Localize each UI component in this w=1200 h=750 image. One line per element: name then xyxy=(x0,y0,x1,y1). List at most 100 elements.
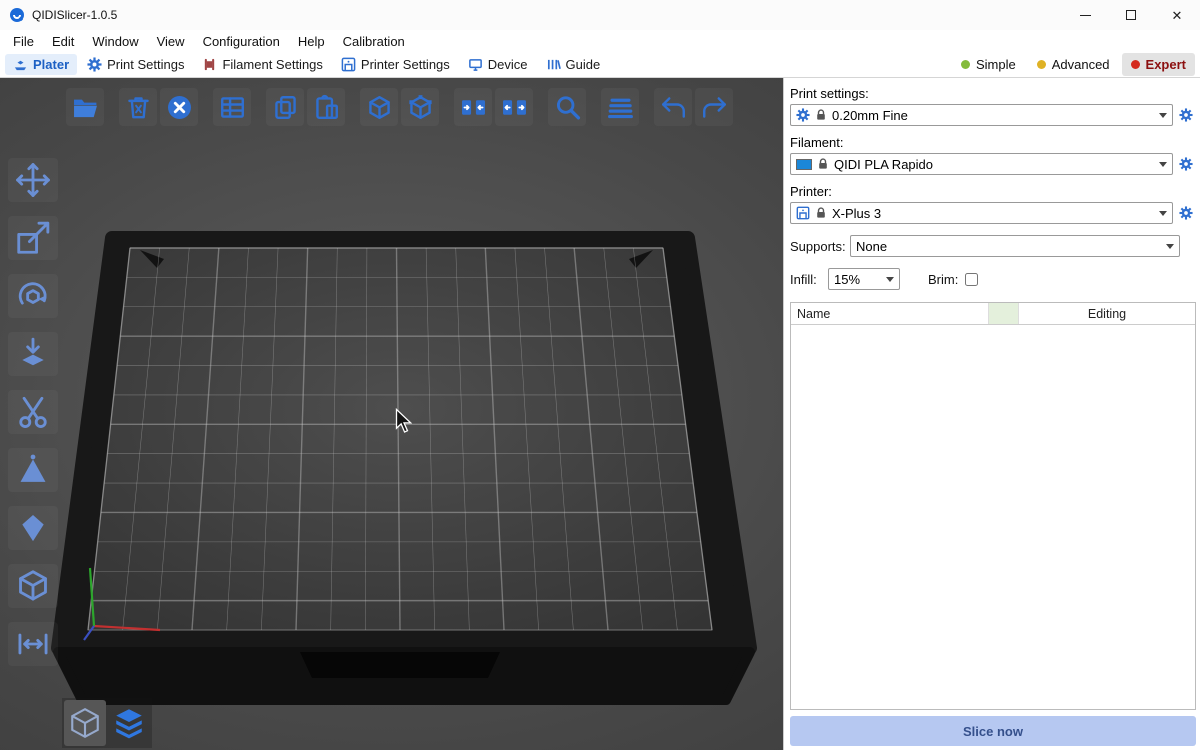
menu-file[interactable]: File xyxy=(4,32,43,51)
seam-button[interactable] xyxy=(8,506,58,550)
filament-settings-icon xyxy=(202,57,217,72)
add-instance-button[interactable] xyxy=(360,88,398,126)
split-objects-icon xyxy=(500,93,529,122)
move-button[interactable] xyxy=(8,158,58,202)
mode-expert[interactable]: Expert xyxy=(1122,53,1195,76)
move-icon xyxy=(14,161,52,199)
redo-button[interactable] xyxy=(695,88,733,126)
maximize-button[interactable] xyxy=(1108,0,1154,30)
open-button[interactable] xyxy=(66,88,104,126)
printer-gear-button[interactable] xyxy=(1176,202,1196,224)
print-settings-combo[interactable]: 0.20mm Fine xyxy=(790,104,1173,126)
app-icon xyxy=(9,7,25,23)
object-list-body[interactable] xyxy=(791,325,1195,709)
mode-simple[interactable]: Simple xyxy=(952,53,1025,76)
view-mode-switch xyxy=(62,698,152,748)
menu-calibration[interactable]: Calibration xyxy=(334,32,414,51)
tab-plater[interactable]: Plater xyxy=(5,54,77,75)
mouse-cursor xyxy=(394,408,412,434)
print-settings-gear-button[interactable] xyxy=(1176,104,1196,126)
brim-label: Brim: xyxy=(928,272,958,287)
lock-icon xyxy=(817,158,829,170)
minimize-button[interactable] xyxy=(1062,0,1108,30)
menu-window[interactable]: Window xyxy=(83,32,147,51)
tab-guide[interactable]: Guide xyxy=(538,54,609,75)
object-list-header: Name Editing xyxy=(791,303,1195,325)
seam-icon xyxy=(14,509,52,547)
menu-edit[interactable]: Edit xyxy=(43,32,83,51)
search-button[interactable] xyxy=(548,88,586,126)
paint-support-button[interactable] xyxy=(8,448,58,492)
filament-gear-button[interactable] xyxy=(1176,153,1196,175)
variable-layer-height-icon xyxy=(606,93,635,122)
split-to-parts-button[interactable] xyxy=(401,88,439,126)
3d-viewport[interactable] xyxy=(0,78,783,750)
supports-combo[interactable]: None xyxy=(850,235,1180,257)
window-controls: ✕ xyxy=(1062,0,1200,30)
chevron-down-icon xyxy=(1159,113,1167,118)
window-title: QIDISlicer-1.0.5 xyxy=(32,8,117,22)
filament-combo[interactable]: QIDI PLA Rapido xyxy=(790,153,1173,175)
infill-combo[interactable]: 15% xyxy=(828,268,900,290)
menu-configuration[interactable]: Configuration xyxy=(194,32,289,51)
paste-icon xyxy=(312,93,341,122)
close-button[interactable]: ✕ xyxy=(1154,0,1200,30)
measure-button[interactable] xyxy=(8,564,58,608)
spacing-icon xyxy=(14,625,52,663)
3d-editor-view-button[interactable] xyxy=(64,700,106,746)
split-objects-button[interactable] xyxy=(495,88,533,126)
tab-device[interactable]: Device xyxy=(460,54,536,75)
object-list: Name Editing xyxy=(790,302,1196,710)
measure-icon xyxy=(14,567,52,605)
delete-all-button[interactable] xyxy=(160,88,198,126)
plater-toolbar xyxy=(66,88,736,126)
menu-help[interactable]: Help xyxy=(289,32,334,51)
spacing-button[interactable] xyxy=(8,622,58,666)
maximize-icon xyxy=(1126,10,1136,20)
menu-bar: File Edit Window View Configuration Help… xyxy=(0,30,1200,52)
fill-bed-button[interactable] xyxy=(454,88,492,126)
expert-mode-dot-icon xyxy=(1131,60,1140,69)
copy-icon xyxy=(271,93,300,122)
preview-layers-view-button[interactable] xyxy=(108,700,150,746)
tab-filament-settings[interactable]: Filament Settings xyxy=(194,54,330,75)
gear-icon xyxy=(1179,108,1193,122)
gear-icon xyxy=(1179,206,1193,220)
delete-button[interactable] xyxy=(119,88,157,126)
rotate-button[interactable] xyxy=(8,274,58,318)
copy-button[interactable] xyxy=(266,88,304,126)
brim-checkbox[interactable] xyxy=(965,273,978,286)
slice-now-button[interactable]: Slice now xyxy=(790,716,1196,746)
arrange-icon xyxy=(218,93,247,122)
delete-all-icon xyxy=(165,93,194,122)
cut-button[interactable] xyxy=(8,390,58,434)
paste-button[interactable] xyxy=(307,88,345,126)
minimize-icon xyxy=(1080,15,1091,16)
undo-button[interactable] xyxy=(654,88,692,126)
tab-print-settings[interactable]: Print Settings xyxy=(79,54,192,75)
tab-printer-settings[interactable]: Printer Settings xyxy=(333,54,458,75)
rotate-icon xyxy=(14,277,52,315)
scale-button[interactable] xyxy=(8,216,58,260)
printer-combo[interactable]: X-Plus 3 xyxy=(790,202,1173,224)
title-bar[interactable]: QIDISlicer-1.0.5 ✕ xyxy=(0,0,1200,30)
chevron-down-icon xyxy=(1159,162,1167,167)
filament-color-swatch xyxy=(796,159,812,170)
split-to-parts-icon xyxy=(406,93,435,122)
column-editing: Editing xyxy=(1019,303,1195,324)
chevron-down-icon xyxy=(1166,244,1174,249)
place-on-face-button[interactable] xyxy=(8,332,58,376)
gear-icon xyxy=(1179,157,1193,171)
print-bed xyxy=(0,78,783,750)
gear-icon xyxy=(796,108,810,122)
variable-layer-height-button[interactable] xyxy=(601,88,639,126)
main-area: Print settings: 0.20mm Fine Filament: QI… xyxy=(0,78,1200,750)
print-settings-icon xyxy=(87,57,102,72)
delete-icon xyxy=(124,93,153,122)
mode-advanced[interactable]: Advanced xyxy=(1028,53,1119,76)
lock-icon xyxy=(815,207,827,219)
arrange-button[interactable] xyxy=(213,88,251,126)
menu-view[interactable]: View xyxy=(148,32,194,51)
qidislicer-window: QIDISlicer-1.0.5 ✕ File Edit Window View… xyxy=(0,0,1200,750)
search-icon xyxy=(553,93,582,122)
